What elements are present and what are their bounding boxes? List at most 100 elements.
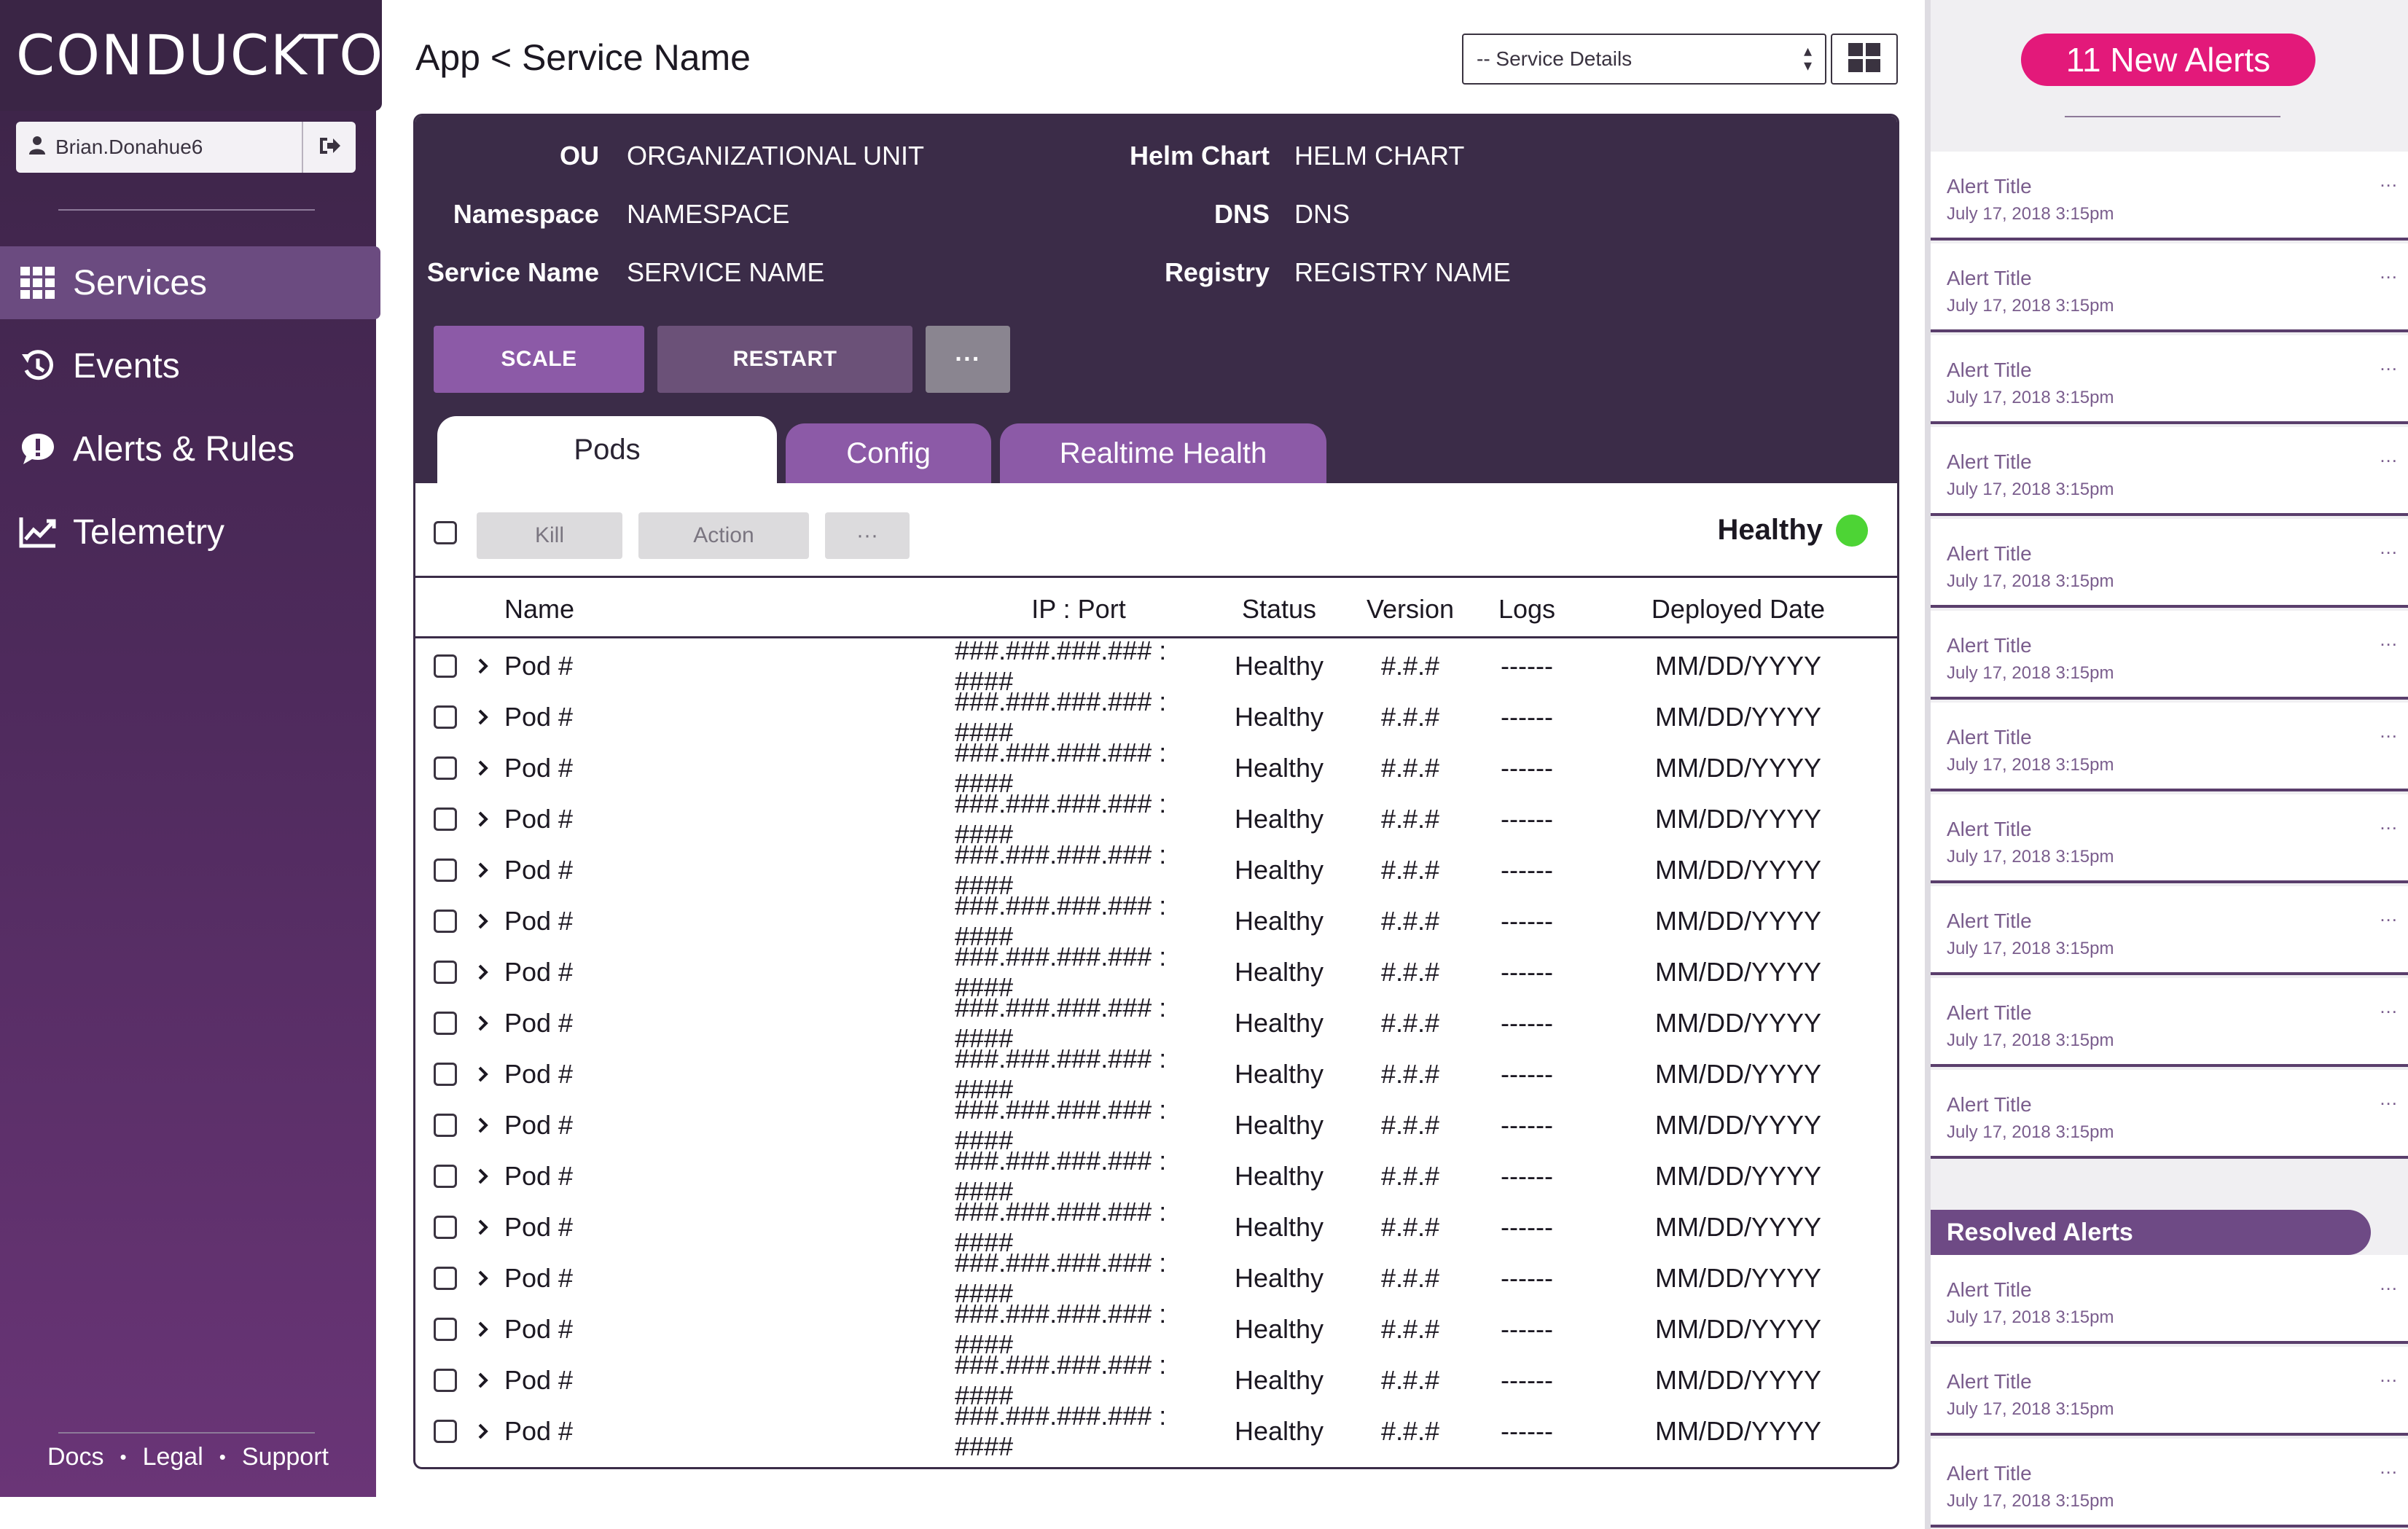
nav-item-telemetry[interactable]: Telemetry: [0, 496, 380, 568]
chevron-right-icon[interactable]: [472, 1419, 494, 1444]
column-header-name[interactable]: Name: [504, 580, 574, 638]
table-row[interactable]: Pod # ###.###.###.### : #### Healthy #.#.# -…: [415, 636, 1897, 696]
chevron-right-icon[interactable]: [472, 756, 494, 781]
table-row[interactable]: Pod # ###.###.###.### : #### Healthy #.#.# -…: [415, 840, 1897, 900]
chevron-right-icon[interactable]: [472, 654, 494, 679]
logout-button[interactable]: [302, 122, 356, 173]
alert-item[interactable]: Alert Title July 17, 2018 3:15pm...: [1931, 703, 2408, 791]
row-checkbox[interactable]: [434, 756, 457, 780]
tab-config[interactable]: Config: [786, 423, 991, 483]
legal-link[interactable]: Legal: [143, 1443, 203, 1471]
chevron-right-icon[interactable]: [472, 807, 494, 832]
scale-button[interactable]: SCALE: [434, 326, 644, 393]
table-row[interactable]: Pod # ###.###.###.### : #### Healthy #.#.# -…: [415, 891, 1897, 951]
restart-button[interactable]: RESTART: [657, 326, 912, 393]
alert-more-icon[interactable]: ...: [2380, 536, 2398, 559]
table-row[interactable]: Pod # ###.###.###.### : #### Healthy #.#.# -…: [415, 1248, 1897, 1308]
alert-more-icon[interactable]: ...: [2380, 720, 2398, 743]
row-checkbox[interactable]: [434, 1063, 457, 1086]
column-header-logs[interactable]: Logs: [1469, 580, 1585, 638]
row-checkbox[interactable]: [434, 910, 457, 933]
row-checkbox[interactable]: [434, 859, 457, 882]
docs-link[interactable]: Docs: [47, 1443, 103, 1471]
alert-more-icon[interactable]: ...: [2380, 261, 2398, 283]
row-checkbox[interactable]: [434, 654, 457, 678]
support-link[interactable]: Support: [242, 1443, 329, 1471]
table-row[interactable]: Pod # ###.###.###.### : #### Healthy #.#.# -…: [415, 1299, 1897, 1359]
row-checkbox[interactable]: [434, 807, 457, 831]
table-row[interactable]: Pod # ###.###.###.### : #### Healthy #.#.# -…: [415, 789, 1897, 849]
alert-item[interactable]: Alert Title July 17, 2018 3:15pm...: [1931, 886, 2408, 975]
alert-more-icon[interactable]: ...: [2380, 812, 2398, 834]
column-header-version[interactable]: Version: [1352, 580, 1469, 638]
chevron-right-icon[interactable]: [472, 1062, 494, 1087]
row-checkbox[interactable]: [434, 1318, 457, 1341]
row-checkbox[interactable]: [434, 705, 457, 729]
alert-item[interactable]: Alert Title July 17, 2018 3:15pm...: [1931, 1347, 2408, 1436]
row-checkbox[interactable]: [434, 1165, 457, 1188]
alert-more-icon[interactable]: ...: [2380, 1272, 2398, 1295]
alert-item[interactable]: Alert Title July 17, 2018 3:15pm...: [1931, 1439, 2408, 1528]
toolbar-more-button[interactable]: ···: [825, 512, 910, 559]
column-header-deployed-date[interactable]: Deployed Date: [1585, 580, 1891, 638]
tab-pods[interactable]: Pods: [437, 416, 777, 483]
alert-item[interactable]: Alert Title July 17, 2018 3:15pm...: [1931, 1070, 2408, 1159]
column-header-status[interactable]: Status: [1206, 580, 1352, 638]
action-button[interactable]: Action: [638, 512, 809, 559]
alert-more-icon[interactable]: ...: [2380, 169, 2398, 192]
alert-item[interactable]: Alert Title July 17, 2018 3:15pm...: [1931, 611, 2408, 700]
tab-realtime-health[interactable]: Realtime Health: [1000, 423, 1326, 483]
table-row[interactable]: Pod # ###.###.###.### : #### Healthy #.#.# -…: [415, 1095, 1897, 1155]
chevron-right-icon[interactable]: [472, 1266, 494, 1291]
user-profile[interactable]: Brian.Donahue6: [16, 122, 302, 173]
alert-item[interactable]: Alert Title July 17, 2018 3:15pm...: [1931, 794, 2408, 883]
alert-item[interactable]: Alert Title July 17, 2018 3:15pm...: [1931, 243, 2408, 332]
nav-item-alerts-rules[interactable]: Alerts & Rules: [0, 412, 380, 485]
alert-item[interactable]: Alert Title July 17, 2018 3:15pm...: [1931, 335, 2408, 424]
table-row[interactable]: Pod # ###.###.###.### : #### Healthy #.#.# -…: [415, 738, 1897, 798]
alert-item[interactable]: Alert Title July 17, 2018 3:15pm...: [1931, 519, 2408, 608]
alert-more-icon[interactable]: ...: [2380, 996, 2398, 1018]
table-row[interactable]: Pod # ###.###.###.### : #### Healthy #.#.# -…: [415, 1044, 1897, 1104]
chevron-right-icon[interactable]: [472, 1164, 494, 1189]
select-all-checkbox[interactable]: [434, 521, 457, 544]
chevron-right-icon[interactable]: [472, 1011, 494, 1036]
chevron-right-icon[interactable]: [472, 1113, 494, 1138]
chevron-right-icon[interactable]: [472, 705, 494, 730]
row-checkbox[interactable]: [434, 1216, 457, 1239]
table-row[interactable]: Pod # ###.###.###.### : #### Healthy #.#.# -…: [415, 993, 1897, 1053]
alert-item[interactable]: Alert Title July 17, 2018 3:15pm...: [1931, 152, 2408, 241]
row-checkbox[interactable]: [434, 1369, 457, 1392]
row-checkbox[interactable]: [434, 1114, 457, 1137]
alert-more-icon[interactable]: ...: [2380, 1456, 2398, 1479]
nav-item-services[interactable]: Services: [0, 246, 380, 319]
alert-more-icon[interactable]: ...: [2380, 1364, 2398, 1387]
chevron-right-icon[interactable]: [472, 960, 494, 985]
row-checkbox[interactable]: [434, 1012, 457, 1035]
table-row[interactable]: Pod # ###.###.###.### : #### Healthy #.#.# -…: [415, 942, 1897, 1002]
service-details-select[interactable]: -- Service Details ▴ ▾: [1462, 34, 1826, 85]
table-row[interactable]: Pod # ###.###.###.### : #### Healthy #.#.# -…: [415, 1197, 1897, 1257]
alert-more-icon[interactable]: ...: [2380, 628, 2398, 651]
table-row[interactable]: Pod # ###.###.###.### : #### Healthy #.#.# -…: [415, 1146, 1897, 1206]
kill-button[interactable]: Kill: [477, 512, 622, 559]
chevron-right-icon[interactable]: [472, 909, 494, 934]
alert-item[interactable]: Alert Title July 17, 2018 3:15pm...: [1931, 1255, 2408, 1344]
chevron-right-icon[interactable]: [472, 1215, 494, 1240]
more-actions-button[interactable]: ···: [926, 326, 1010, 393]
row-checkbox[interactable]: [434, 1267, 457, 1290]
row-checkbox[interactable]: [434, 961, 457, 984]
column-header-ip-port[interactable]: IP : Port: [998, 580, 1159, 638]
row-checkbox[interactable]: [434, 1420, 457, 1443]
alert-more-icon[interactable]: ...: [2380, 445, 2398, 467]
alert-more-icon[interactable]: ...: [2380, 353, 2398, 375]
chevron-right-icon[interactable]: [472, 858, 494, 883]
table-row[interactable]: Pod # ###.###.###.### : #### Healthy #.#.# -…: [415, 1350, 1897, 1410]
chevron-right-icon[interactable]: [472, 1317, 494, 1342]
table-row[interactable]: Pod # ###.###.###.### : #### Healthy #.#.# -…: [415, 687, 1897, 747]
alert-more-icon[interactable]: ...: [2380, 1087, 2398, 1110]
alert-more-icon[interactable]: ...: [2380, 904, 2398, 926]
new-alerts-badge[interactable]: 11 New Alerts: [2021, 34, 2315, 86]
nav-item-events[interactable]: Events: [0, 329, 380, 402]
alert-item[interactable]: Alert Title July 17, 2018 3:15pm...: [1931, 978, 2408, 1067]
